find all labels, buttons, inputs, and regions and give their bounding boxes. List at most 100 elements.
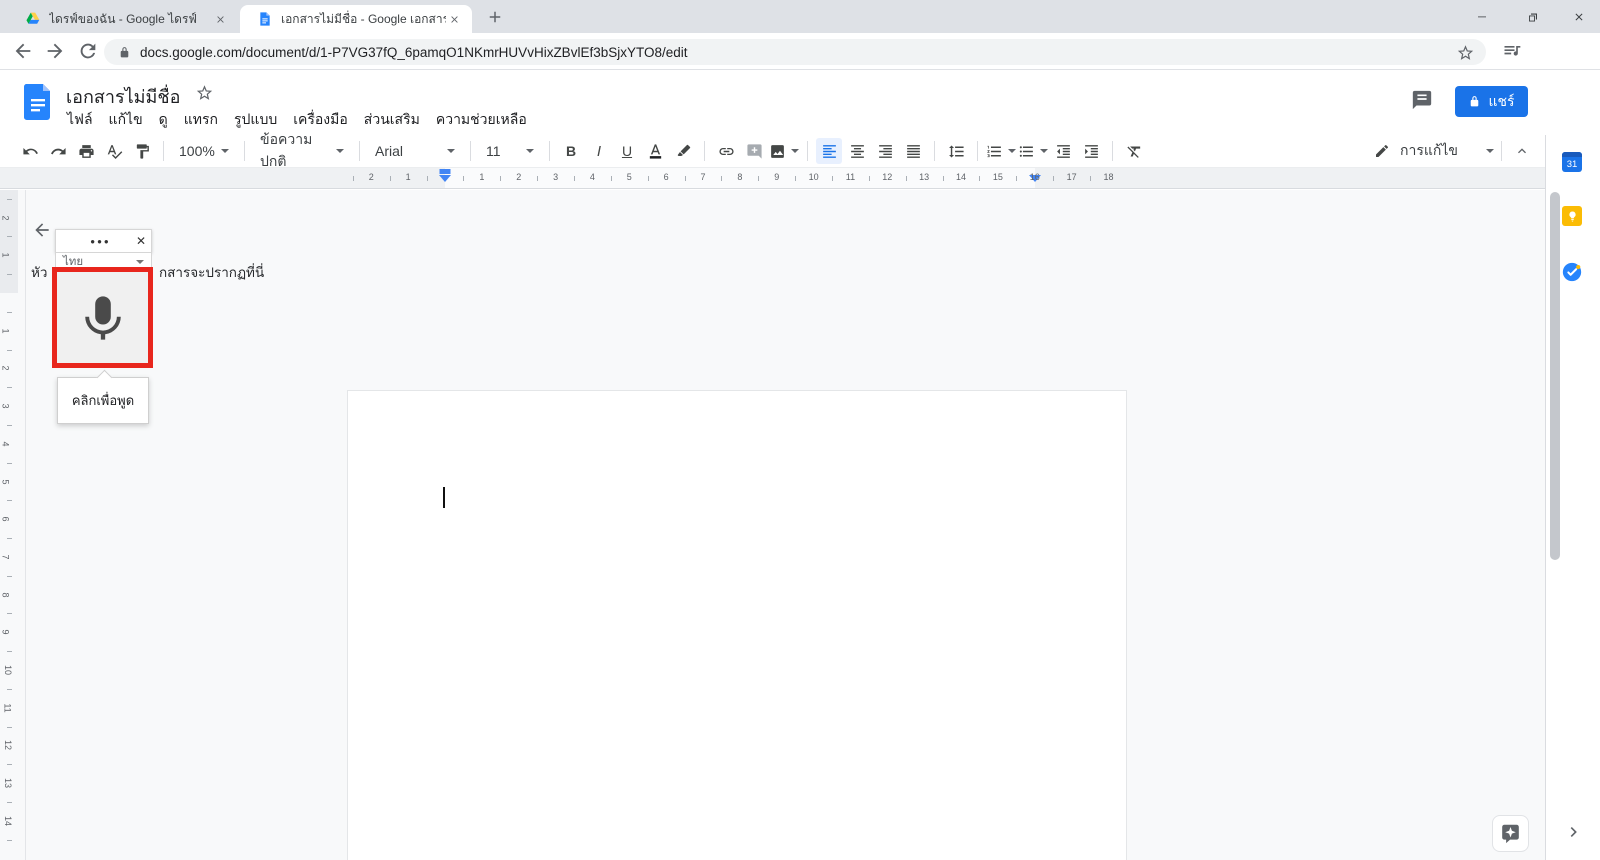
ruler-tick — [942, 176, 944, 181]
align-right-button[interactable] — [872, 138, 898, 164]
add-comment-button[interactable] — [741, 138, 767, 164]
font-family-select[interactable]: Arial — [373, 138, 457, 164]
window-minimize-button[interactable] — [1459, 0, 1504, 33]
menu-view[interactable]: ดู — [151, 107, 176, 133]
browser-refresh-button[interactable] — [77, 40, 99, 62]
increase-indent-button[interactable] — [1078, 138, 1104, 164]
ruler-number: 11 — [845, 172, 856, 182]
font-size-select[interactable]: 11 — [484, 138, 536, 164]
ruler-number: 18 — [1103, 172, 1114, 182]
ruler-tick — [905, 176, 907, 181]
redo-button[interactable] — [45, 138, 71, 164]
menu-edit[interactable]: แก้ไข — [101, 107, 151, 133]
font-family-select-value: Arial — [375, 143, 404, 159]
bulleted-list-button[interactable] — [1018, 138, 1048, 164]
url-input[interactable]: docs.google.com/document/d/1-P7VG37fQ_6p… — [104, 39, 1486, 65]
bold-button[interactable]: B — [558, 138, 584, 164]
ruler-tick — [7, 575, 12, 577]
browser-forward-button[interactable] — [44, 40, 66, 62]
undo-button[interactable] — [17, 138, 43, 164]
ruler-tick — [7, 726, 12, 728]
left-indent-marker[interactable] — [439, 175, 451, 182]
spellcheck-button[interactable] — [101, 138, 127, 164]
vertical-scrollbar[interactable] — [1550, 192, 1560, 560]
tab-google-drive[interactable]: ไดรฟ์ของฉัน - Google ไดรฟ์ — [8, 5, 238, 33]
toolbar-items: 100% ข้อความปกติ Arial 11 B I U — [0, 131, 1545, 169]
browser-tab-bar: ไดรฟ์ของฉัน - Google ไดรฟ์ เอกสารไม่มีชื… — [0, 0, 1600, 33]
tab-google-docs[interactable]: เอกสารไม่มีชื่อ - Google เอกสาร — [240, 5, 472, 33]
editing-mode-label: การแก้ไข — [1400, 142, 1458, 158]
open-comments-icon[interactable] — [1411, 89, 1433, 111]
ruler-tick — [1016, 176, 1018, 181]
media-controls-icon[interactable] — [1502, 41, 1522, 61]
close-outline-arrow-icon[interactable] — [32, 220, 52, 240]
document-canvas — [0, 190, 1545, 860]
ruler-number: 1 — [479, 172, 485, 182]
numbered-list-button[interactable] — [986, 138, 1016, 164]
voice-typing-mic-button[interactable] — [52, 267, 153, 368]
ruler-number: 16 — [1029, 172, 1040, 182]
menu-insert[interactable]: แทรก — [176, 107, 226, 133]
text-cursor — [443, 487, 445, 508]
google-tasks-icon[interactable] — [1561, 261, 1583, 283]
toolbar-right: การแก้ไข — [1374, 135, 1535, 167]
paint-format-button[interactable] — [129, 138, 155, 164]
underline-button[interactable]: U — [614, 138, 640, 164]
menu-help[interactable]: ความช่วยเหลือ — [428, 107, 535, 133]
ruler-tick — [979, 176, 981, 181]
google-calendar-icon[interactable]: 31 — [1562, 152, 1582, 172]
editing-mode-select[interactable]: การแก้ไข — [1374, 138, 1494, 164]
tab-close-icon[interactable] — [446, 11, 463, 28]
bookmark-star-icon[interactable] — [1457, 44, 1474, 61]
menu-file[interactable]: ไฟล์ — [59, 107, 101, 133]
google-keep-icon[interactable] — [1562, 206, 1582, 226]
share-button[interactable]: แชร์ — [1455, 86, 1528, 117]
first-line-indent-marker[interactable] — [439, 169, 451, 174]
window-restore-button[interactable] — [1510, 0, 1555, 33]
align-center-button[interactable] — [844, 138, 870, 164]
ruler-number: 9 — [0, 629, 11, 635]
ruler-tick — [758, 176, 760, 181]
clear-formatting-button[interactable] — [1121, 138, 1147, 164]
voice-typing-popup-header[interactable]: ●●● ✕ — [55, 229, 152, 253]
more-options-icon[interactable]: ●●● — [56, 237, 131, 246]
toolbar-divider — [704, 141, 705, 161]
highlight-color-button[interactable] — [670, 138, 696, 164]
justify-button[interactable] — [900, 138, 926, 164]
paragraph-style-select[interactable]: ข้อความปกติ — [258, 131, 346, 169]
google-docs-logo[interactable] — [24, 84, 51, 121]
align-left-button[interactable] — [816, 138, 842, 164]
italic-button[interactable]: I — [586, 138, 612, 164]
toolbar-divider — [470, 141, 471, 161]
window-close-button[interactable] — [1556, 0, 1600, 33]
document-page[interactable] — [347, 390, 1127, 860]
close-icon[interactable]: ✕ — [131, 234, 151, 248]
tab-close-icon[interactable] — [212, 11, 229, 28]
toolbar-divider — [549, 141, 550, 161]
secure-lock-icon — [118, 46, 131, 59]
hide-side-panel-chevron[interactable] — [1564, 822, 1584, 842]
explore-button[interactable] — [1492, 815, 1529, 852]
insert-image-button[interactable] — [769, 138, 799, 164]
dropdown-caret-icon — [526, 149, 534, 153]
text-color-button[interactable] — [642, 138, 668, 164]
new-tab-button[interactable] — [486, 8, 504, 26]
ruler-number: 14 — [956, 172, 967, 182]
insert-link-button[interactable] — [713, 138, 739, 164]
line-spacing-button[interactable] — [943, 138, 969, 164]
decrease-indent-button[interactable] — [1050, 138, 1076, 164]
ruler-number: 13 — [3, 778, 14, 789]
print-button[interactable] — [73, 138, 99, 164]
tasks-circle-icon — [1561, 261, 1583, 283]
toolbar-divider — [934, 141, 935, 161]
microphone-icon — [77, 287, 129, 349]
ruler-number: 13 — [919, 172, 930, 182]
collapse-toolbar-button[interactable] — [1509, 138, 1535, 164]
browser-back-button[interactable] — [12, 40, 34, 62]
menu-addons[interactable]: ส่วนเสริม — [356, 107, 428, 133]
star-document-icon[interactable] — [196, 84, 213, 101]
zoom-select[interactable]: 100% — [177, 138, 231, 164]
ruler-number: 7 — [700, 172, 706, 182]
ruler-tick — [7, 236, 12, 238]
ruler-tick — [574, 176, 575, 181]
